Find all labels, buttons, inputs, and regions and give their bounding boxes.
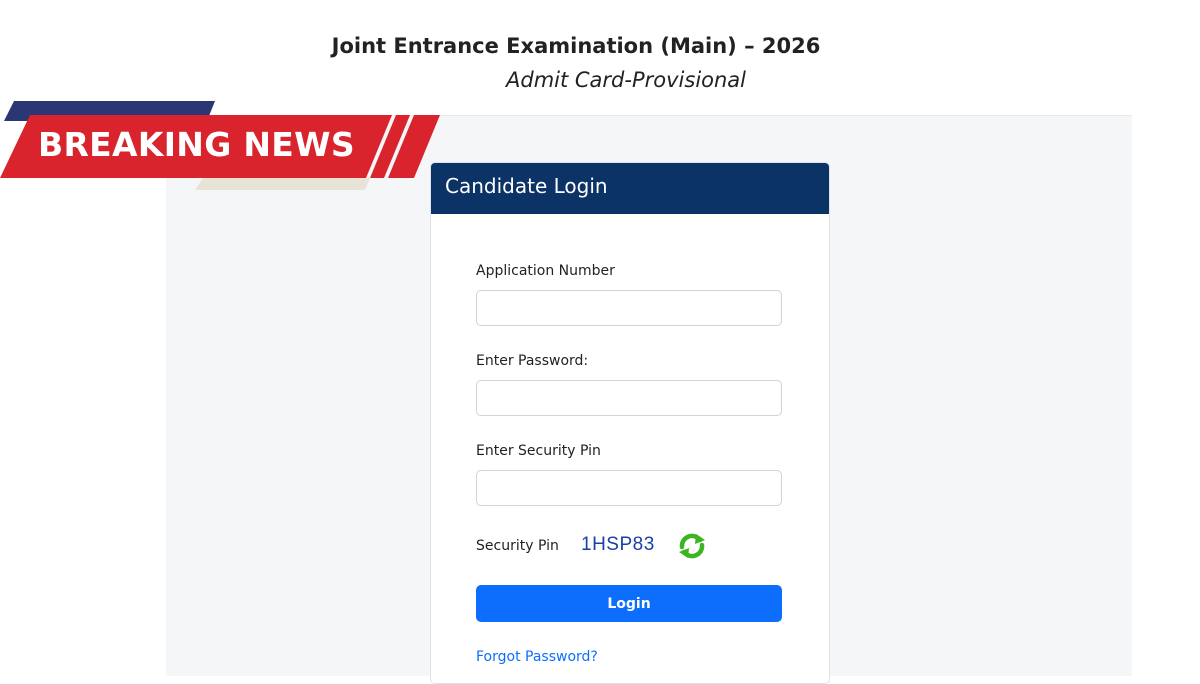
forgot-password-link[interactable]: Forgot Password? [476,649,598,665]
security-pin-label: Enter Security Pin [476,443,601,459]
captcha-code: 1HSP83 [581,534,655,555]
breaking-news-text: BREAKING NEWS [38,125,355,164]
login-button[interactable]: Login [476,585,782,622]
security-pin-input[interactable] [476,470,782,506]
application-number-input[interactable] [476,290,782,326]
refresh-icon[interactable] [676,530,708,562]
application-number-label: Application Number [476,263,615,279]
login-card-title: Candidate Login [431,163,829,214]
page-title: Joint Entrance Examination (Main) – 2026 [331,34,821,58]
password-label: Enter Password: [476,353,589,369]
page-subtitle: Admit Card-Provisional [506,68,747,92]
login-card: Candidate Login Application Number Enter… [430,162,830,684]
banner-beige-stripe [195,178,370,190]
password-input[interactable] [476,380,782,416]
captcha-label: Security Pin [476,538,559,554]
